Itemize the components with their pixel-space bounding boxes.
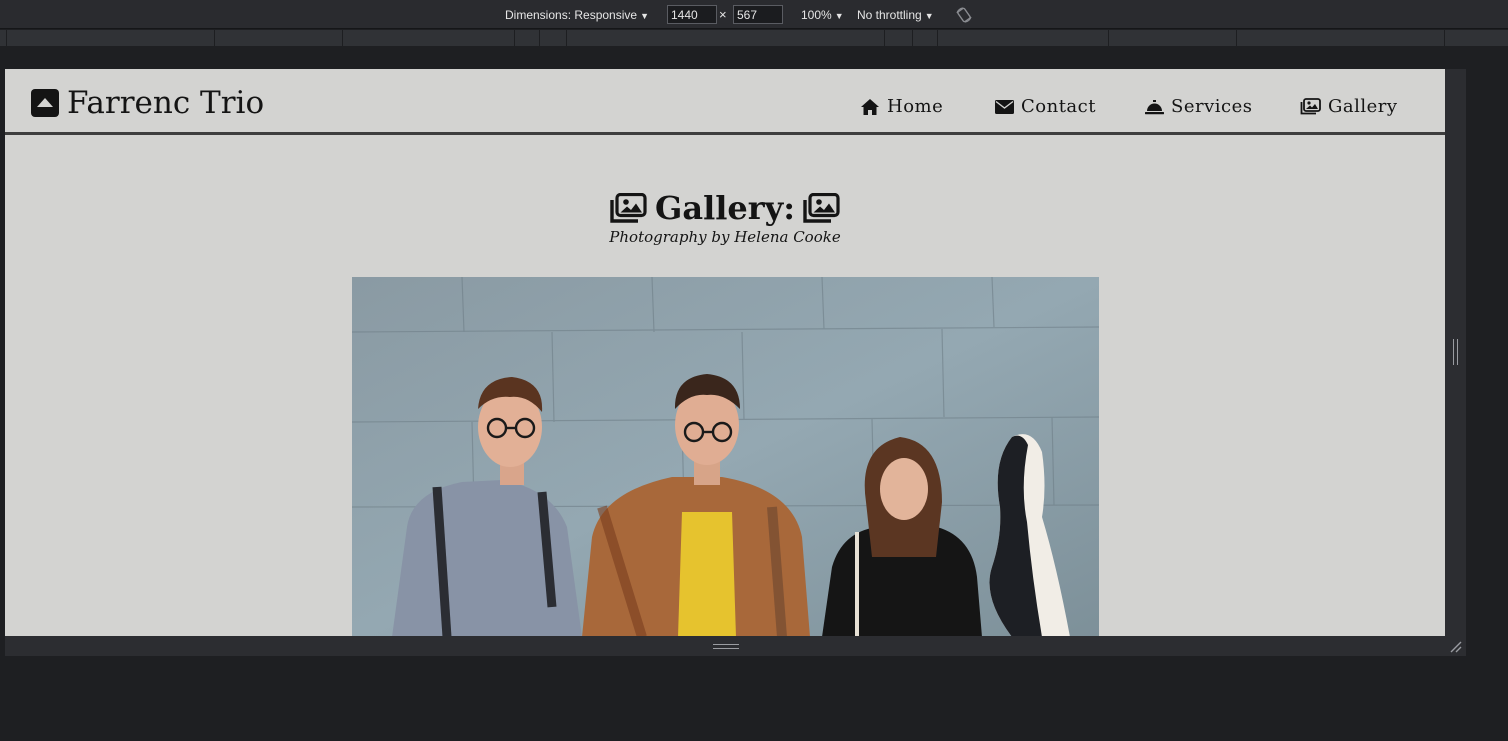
nav-services-label: Services <box>1171 96 1253 117</box>
images-icon <box>610 192 647 223</box>
resize-corner-icon[interactable] <box>1448 639 1462 653</box>
dimensions-dropdown[interactable]: Dimensions: Responsive ▼ <box>505 8 649 22</box>
gallery-heading: Gallery: <box>5 189 1445 227</box>
viewport-resize-right-handle[interactable] <box>1445 69 1466 656</box>
site-header: Farrenc Trio Home Contact Services Galle… <box>5 69 1445 135</box>
chevron-down-icon: ▼ <box>640 11 649 21</box>
viewport-height-input[interactable] <box>733 5 783 24</box>
nav-gallery[interactable]: Gallery <box>1300 96 1398 117</box>
throttling-dropdown[interactable]: No throttling ▼ <box>857 8 934 22</box>
zoom-label: 100% <box>801 8 832 22</box>
emulated-viewport: Farrenc Trio Home Contact Services Galle… <box>5 69 1445 636</box>
nav-gallery-label: Gallery <box>1328 96 1398 117</box>
rotate-device-icon[interactable] <box>955 6 973 24</box>
site-logo[interactable]: Farrenc Trio <box>31 85 264 121</box>
envelope-icon <box>995 99 1014 114</box>
chevron-down-icon: ▼ <box>924 11 934 21</box>
gallery-title: Gallery: <box>655 189 795 227</box>
viewport-resize-bottom-handle[interactable] <box>5 636 1466 656</box>
media-query-bar[interactable] <box>0 30 1508 46</box>
home-icon <box>861 98 879 115</box>
caret-square-up-icon <box>31 89 59 117</box>
images-icon <box>1300 98 1321 115</box>
resize-grip-icon <box>713 644 739 649</box>
viewport-width-input[interactable] <box>667 5 717 24</box>
nav-contact-label: Contact <box>1021 96 1096 117</box>
resize-grip-icon <box>1453 339 1458 365</box>
gallery-photo[interactable] <box>352 277 1099 636</box>
dimension-separator: × <box>719 7 727 22</box>
nav-services[interactable]: Services <box>1145 96 1252 117</box>
throttling-label: No throttling <box>857 8 922 22</box>
devtools-device-toolbar: Dimensions: Responsive▼ × 100%▼ No throt… <box>0 0 1508 29</box>
images-icon <box>803 192 840 223</box>
zoom-dropdown[interactable]: 100% ▼ <box>801 8 844 22</box>
dimensions-label: Dimensions: Responsive <box>505 8 638 22</box>
nav-home-label: Home <box>887 96 944 117</box>
chevron-down-icon: ▼ <box>834 11 844 21</box>
gallery-subtitle: Photography by Helena Cooke <box>609 228 841 246</box>
nav-home[interactable]: Home <box>860 96 943 117</box>
gallery-photo-image <box>352 277 1099 636</box>
nav-contact[interactable]: Contact <box>995 96 1096 117</box>
brand-name: Farrenc Trio <box>67 85 265 121</box>
concierge-bell-icon <box>1145 99 1164 114</box>
